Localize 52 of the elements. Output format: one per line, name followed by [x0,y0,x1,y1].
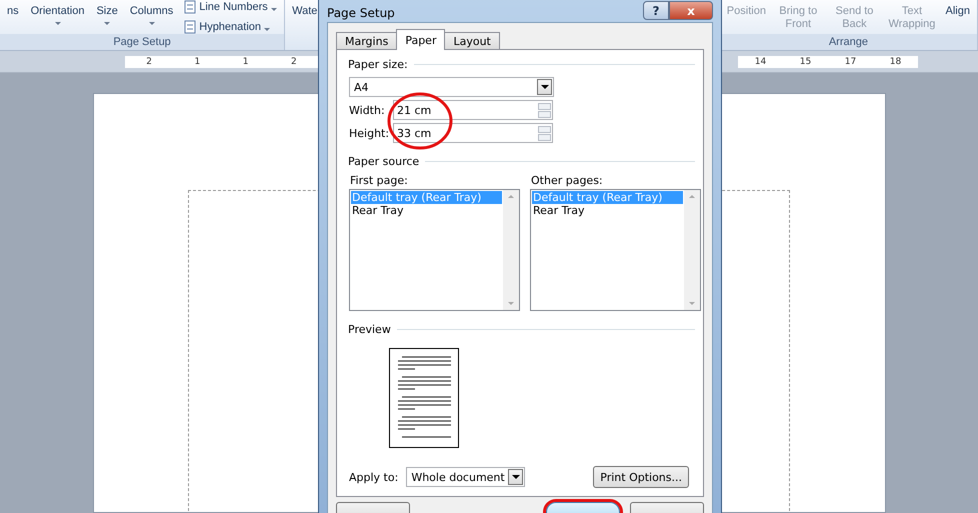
field-label: Apply to: [349,470,398,484]
group-label: Arrange [720,34,977,50]
numbered-list-icon [182,0,196,14]
group-label: Page Setup [0,34,284,50]
annotation-circle [387,92,453,150]
spin-arrows-icon [538,126,551,140]
ribbon-button[interactable]: ns [4,0,22,18]
list-item[interactable]: Rear Tray [351,204,502,217]
help-button[interactable]: ? [643,1,669,20]
field-label: Width: [349,104,386,116]
caret-icon [148,22,155,25]
section-heading: Paper source [348,155,420,168]
ruler-number: 2 [146,56,152,67]
ruler-number: 15 [800,56,812,67]
ribbon-button[interactable]: Orientation [28,0,88,25]
print-options-button[interactable]: Print Options... [593,466,689,488]
ribbon-button[interactable]: Columns [126,0,176,25]
scrollbar[interactable] [503,190,519,310]
scrollbar[interactable] [684,190,700,310]
hyphen-text-icon [182,20,196,34]
field-label: Height: [349,126,390,140]
section-heading: Paper size: [348,58,408,71]
ruler-number: 2 [291,56,297,67]
apply-to-dropdown[interactable]: Whole document [406,467,526,487]
list-item[interactable]: Rear Tray [532,204,683,217]
ruler-number: 14 [754,56,766,67]
section-heading: Preview [348,323,391,336]
spin-field[interactable]: 21 cm [393,100,553,120]
ruler-number: 18 [890,56,902,67]
ribbon-button[interactable]: Line Numbers [182,0,277,14]
spin-field[interactable]: 33 cm [393,123,553,143]
tab[interactable]: Paper [396,29,446,50]
tray-list[interactable]: Default tray (Rear Tray) Rear Tray [349,189,520,311]
window-title: Page Setup [327,6,395,20]
tab[interactable]: Layout [444,32,500,50]
ruler-number: 1 [194,56,200,67]
list-label: Other pages: [530,174,604,187]
ribbon-button[interactable]: Size [93,0,121,25]
ruler-number: 1 [242,56,248,67]
caret-icon [104,22,110,25]
paper-size-dropdown[interactable]: A4 [349,77,554,97]
ribbon-button[interactable]: Hyphenation [182,20,277,34]
ribbon-button[interactable]: Align [942,0,973,18]
caret-icon [270,8,277,10]
ruler-number: 17 [844,56,856,67]
ribbon-button[interactable]: Wate [289,0,320,18]
spin-arrows-icon [538,102,551,118]
list-label: First page: [349,174,409,187]
tray-list[interactable]: Default tray (Rear Tray) Rear Tray [530,189,701,311]
caret-icon [54,22,61,25]
tab[interactable]: Margins [336,32,398,50]
caret-icon [264,28,270,30]
